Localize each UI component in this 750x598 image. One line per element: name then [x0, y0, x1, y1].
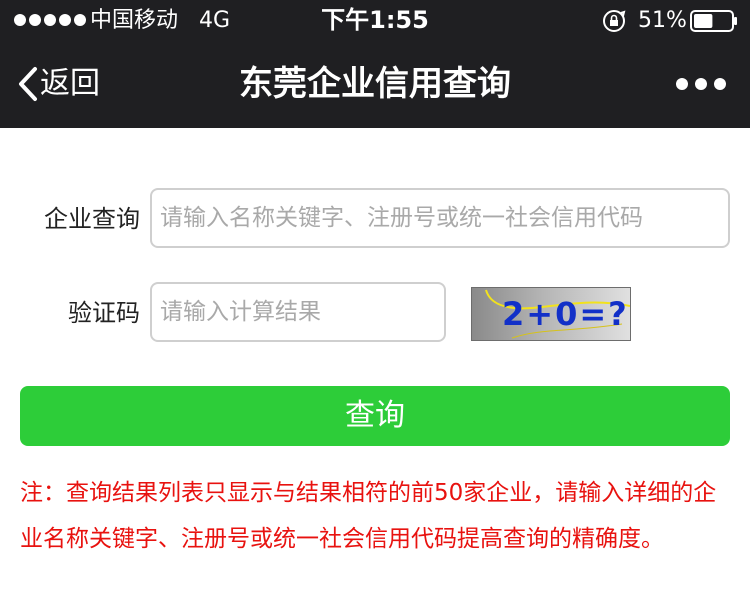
top-bar: 中国移动 4G 下午1:55 51% 返回 东莞企业信用查询	[0, 0, 750, 128]
more-dots-icon[interactable]	[676, 72, 726, 96]
status-bar: 中国移动 4G 下午1:55 51%	[0, 0, 750, 42]
search-button[interactable]: 查询	[20, 386, 730, 446]
page-title: 东莞企业信用查询	[239, 64, 511, 104]
captcha-input[interactable]	[150, 282, 446, 342]
company-search-input[interactable]	[150, 188, 730, 248]
company-query-label: 企业查询	[44, 205, 140, 233]
captcha-label: 验证码	[68, 299, 140, 327]
back-label: 返回	[40, 66, 100, 101]
battery-percent: 51%	[638, 8, 687, 33]
orientation-lock-icon	[603, 10, 626, 32]
captcha-image[interactable]: 2+0=?	[471, 287, 631, 341]
captcha-text: 2+0=?	[502, 295, 629, 333]
chevron-left-icon	[19, 67, 37, 101]
notice-text: 注：查询结果列表只显示与结果相符的前50家企业，请输入详细的企业名称关键字、注册…	[20, 480, 717, 552]
back-button[interactable]: 返回	[16, 62, 100, 106]
nav-bar: 返回 东莞企业信用查询	[0, 42, 750, 128]
battery-icon	[690, 10, 737, 32]
